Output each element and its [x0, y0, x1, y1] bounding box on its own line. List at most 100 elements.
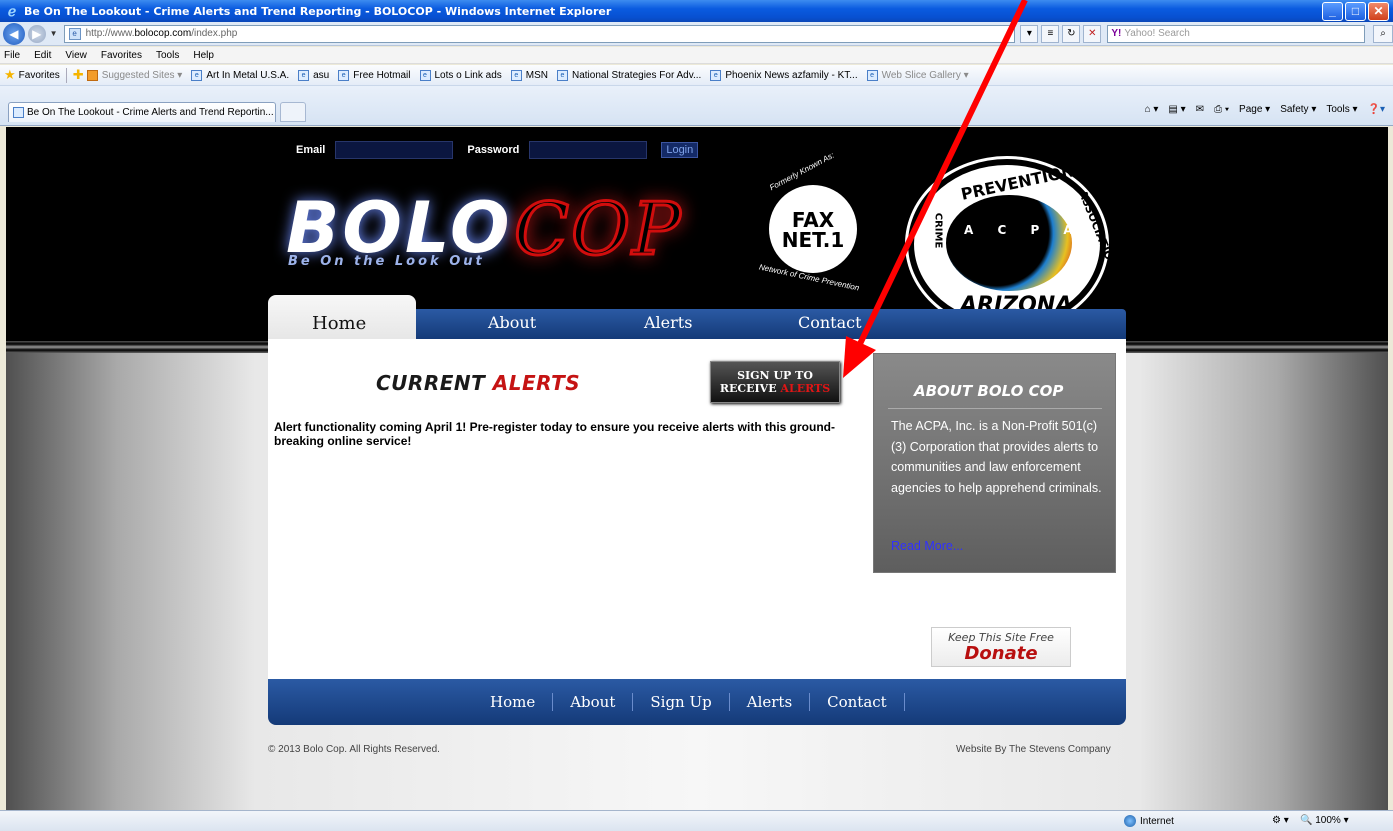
menu-view[interactable]: View [65, 50, 87, 61]
heading-word2: Alerts [492, 371, 581, 395]
page-icon: e [338, 69, 350, 81]
close-button[interactable]: ✕ [1368, 1, 1389, 21]
login-button[interactable]: Login [661, 142, 699, 158]
address-toolbar: ◀ ▶ ▼ e http://www. bolocop.com/index.php… [0, 22, 1393, 46]
email-label: Email [296, 144, 326, 156]
forward-button[interactable]: ▶ [27, 24, 46, 43]
fav-label: Lots o Link ads [434, 69, 502, 81]
nav-home[interactable]: Home [312, 313, 366, 334]
rss-icon[interactable]: ≡ [1041, 24, 1060, 43]
menu-edit[interactable]: Edit [34, 50, 51, 61]
footer-alerts[interactable]: Alerts [730, 693, 811, 711]
email-field[interactable] [335, 141, 454, 159]
read-mail-icon[interactable]: ✉ [1196, 104, 1204, 115]
footer-home[interactable]: Home [490, 693, 554, 711]
page-icon: e [557, 69, 568, 81]
faxnet-badge: Formerly Known As: FAX NET.1 Network of … [752, 151, 874, 293]
about-heading: ABOUT BOLO COP [914, 382, 1064, 400]
fav-free-hotmail[interactable]: e Free Hotmail [338, 69, 411, 81]
url-domain: bolocop.com [134, 28, 192, 39]
zoom-level: 100% [1315, 815, 1341, 826]
history-dropdown-icon[interactable]: ▼ [50, 29, 58, 38]
maximize-button[interactable]: □ [1345, 1, 1366, 21]
fav-label: MSN [525, 69, 548, 81]
fav-label: Phoenix News azfamily - KT... [725, 69, 858, 81]
page-icon: e [510, 69, 522, 81]
fav-suggested-sites[interactable]: Suggested Sites ▾ [86, 69, 182, 81]
refresh-icon[interactable]: ↻ [1062, 24, 1081, 43]
safety-menu[interactable]: Safety ▾ [1280, 104, 1316, 115]
donate-button[interactable]: Keep This Site Free Donate [931, 627, 1071, 667]
tab-row: Be On The Lookout - Crime Alerts and Tre… [0, 86, 1393, 126]
url-prefix: http://www. [85, 28, 135, 39]
page-icon: e [191, 69, 203, 81]
password-label: Password [467, 144, 520, 156]
fav-msn[interactable]: e MSN [510, 69, 548, 81]
acpa-left-text: CRIME [932, 212, 944, 249]
fav-label: Free Hotmail [353, 69, 411, 81]
favorites-bar: ★ Favorites ✚ Suggested Sites ▾ e Art In … [0, 65, 1393, 86]
protected-mode-icon[interactable]: ⚙ ▾ [1272, 815, 1289, 826]
fav-label: asu [313, 69, 330, 81]
menu-tools[interactable]: Tools [156, 50, 179, 61]
new-tab-button[interactable] [280, 102, 306, 122]
fav-lots-o-link-ads[interactable]: e Lots o Link ads [419, 69, 502, 81]
fav-label: Art In Metal U.S.A. [206, 69, 290, 81]
internet-explorer-icon: ℯ [7, 3, 17, 19]
footer-contact[interactable]: Contact [810, 693, 905, 711]
tab-label: Be On The Lookout - Crime Alerts and Tre… [27, 107, 274, 118]
menu-file[interactable]: File [4, 50, 20, 61]
fav-national-strategies[interactable]: e National Strategies For Adv... [557, 69, 702, 81]
back-button[interactable]: ◀ [3, 22, 25, 45]
print-icon[interactable]: ⎙ ▾ [1214, 104, 1229, 115]
fav-phoenix-news[interactable]: e Phoenix News azfamily - KT... [710, 69, 858, 81]
read-more-link[interactable]: Read More... [891, 539, 963, 553]
compatibility-view-icon[interactable]: ▾ [1020, 24, 1039, 43]
globe-icon [1124, 815, 1136, 827]
page-icon: e [710, 69, 722, 81]
fav-art-in-metal[interactable]: e Art In Metal U.S.A. [191, 69, 290, 81]
fav-web-slice-gallery[interactable]: e Web Slice Gallery ▾ [866, 69, 969, 81]
address-input[interactable]: e http://www. bolocop.com/index.php [63, 24, 1016, 43]
minimize-button[interactable]: _ [1322, 1, 1343, 21]
password-field[interactable] [529, 141, 648, 159]
divider [888, 408, 1102, 409]
zoom-control[interactable]: 🔍 100% ▾ [1300, 815, 1349, 826]
menu-help[interactable]: Help [193, 50, 214, 61]
search-icon[interactable]: ⌕ [1373, 24, 1393, 43]
faxnet-center: FAX NET.1 [769, 185, 857, 273]
fav-label: National Strategies For Adv... [572, 69, 702, 81]
window-title: Be On The Lookout - Crime Alerts and Tre… [24, 4, 612, 18]
zone-label: Internet [1140, 815, 1174, 827]
nav-about[interactable]: About [488, 313, 536, 332]
nav-contact[interactable]: Contact [798, 313, 862, 332]
search-input[interactable]: Y! Yahoo! Search [1107, 24, 1366, 43]
tab-bolocop[interactable]: Be On The Lookout - Crime Alerts and Tre… [8, 102, 276, 122]
signup-line2a: Receive [719, 382, 777, 395]
suggested-sites-icon [86, 69, 98, 81]
signup-line2b: Alerts [780, 382, 831, 395]
favorites-button[interactable]: Favorites [19, 70, 60, 81]
fav-asu[interactable]: e asu [298, 69, 330, 81]
footer-about[interactable]: About [553, 693, 634, 711]
home-icon[interactable]: ⌂ ▾ [1145, 104, 1159, 115]
feeds-icon[interactable]: ▤ ▾ [1168, 104, 1185, 115]
favorites-star-icon[interactable]: ★ [4, 67, 16, 83]
tools-menu[interactable]: Tools ▾ [1326, 104, 1357, 115]
menu-bar: File Edit View Favorites Tools Help [0, 47, 1393, 64]
page-icon: e [298, 69, 310, 81]
yahoo-icon: Y! [1111, 28, 1122, 39]
search-placeholder: Yahoo! Search [1124, 28, 1190, 39]
stop-icon[interactable]: ✕ [1083, 24, 1102, 43]
fav-label: Web Slice Gallery ▾ [881, 69, 969, 81]
page-icon: e [419, 69, 431, 81]
footer-sign-up[interactable]: Sign Up [633, 693, 730, 711]
about-body: The ACPA, Inc. is a Non-Profit 501(c)(3)… [891, 419, 1102, 495]
help-icon[interactable]: ❓▾ [1368, 104, 1385, 115]
add-favorite-icon[interactable]: ✚ [73, 67, 84, 83]
page-menu[interactable]: Page ▾ [1239, 104, 1270, 115]
copyright: © 2013 Bolo Cop. All Rights Reserved. [268, 744, 440, 755]
nav-alerts[interactable]: Alerts [644, 313, 692, 332]
sign-up-alerts-button[interactable]: Sign Up To Receive Alerts [710, 361, 840, 403]
menu-favorites[interactable]: Favorites [101, 50, 142, 61]
